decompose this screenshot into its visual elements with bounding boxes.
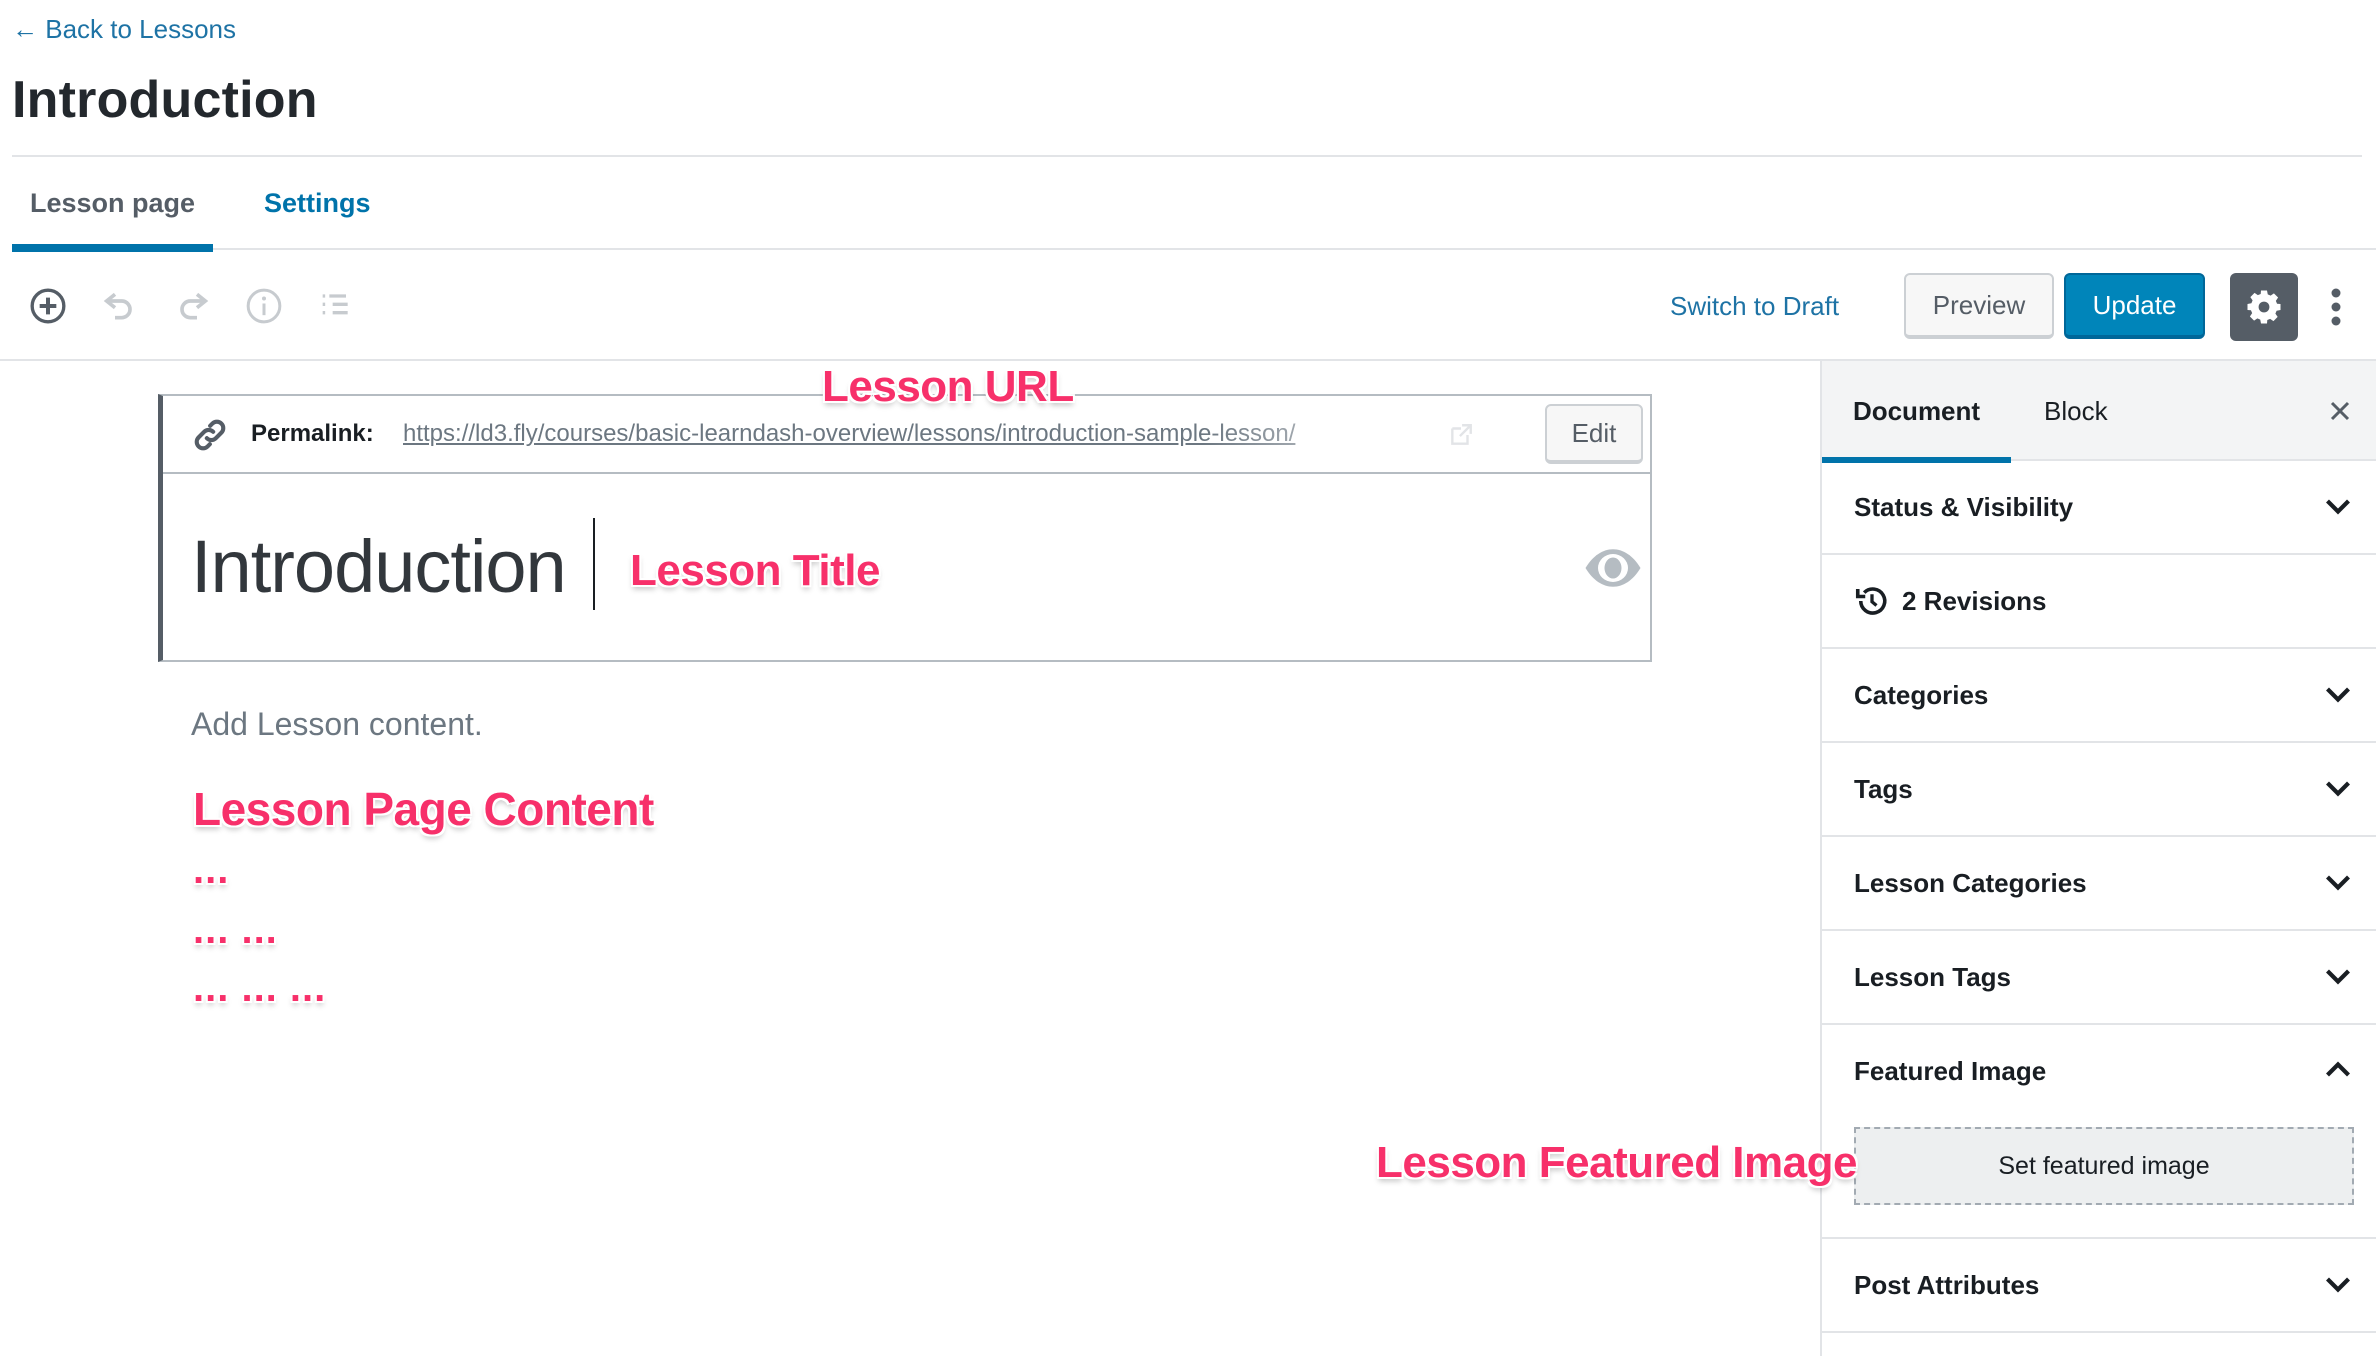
revisions-icon <box>1855 587 1887 615</box>
info-icon[interactable] <box>242 284 286 328</box>
annotation-dots-2: ... ... <box>193 908 278 952</box>
more-options-button[interactable] <box>2318 273 2354 341</box>
link-icon <box>194 419 226 451</box>
panel-title: Categories <box>1854 680 1989 710</box>
panel-title: Status & Visibility <box>1854 492 2074 522</box>
annotation-lesson-title: Lesson Title <box>630 546 880 595</box>
chevron-down-icon <box>2326 969 2350 985</box>
sidebar-tab-document[interactable]: Document <box>1822 361 2011 463</box>
chevron-down-icon <box>2326 875 2350 891</box>
panel-featured-image: Featured Image Set featured image <box>1822 1025 2376 1239</box>
panel-status-visibility[interactable]: Status & Visibility <box>1822 461 2376 555</box>
switch-to-draft-button[interactable]: Switch to Draft <box>1670 284 1839 328</box>
panel-categories[interactable]: Categories <box>1822 649 2376 743</box>
permalink-label: Permalink: <box>251 420 374 447</box>
panel-lesson-categories[interactable]: Lesson Categories <box>1822 837 2376 931</box>
annotation-dots-1: ... <box>193 848 230 892</box>
panel-tags[interactable]: Tags <box>1822 743 2376 837</box>
sidebar-header: Document Block <box>1822 361 2376 463</box>
tab-lesson-page[interactable]: Lesson page <box>12 157 213 252</box>
panel-title[interactable]: Featured Image <box>1854 1025 2046 1117</box>
update-button[interactable]: Update <box>2064 273 2205 339</box>
panel-title: Post Attributes <box>1854 1270 2040 1300</box>
chevron-down-icon <box>2326 499 2350 515</box>
add-block-icon[interactable] <box>26 284 70 328</box>
settings-sidebar: Document Block Status & Visibility 2 Rev… <box>1820 361 2376 1356</box>
annotation-lesson-featured-image: Lesson Featured Image <box>1376 1138 1857 1187</box>
annotation-dots-3: ... ... ... <box>193 966 327 1010</box>
panel-lesson-tags[interactable]: Lesson Tags <box>1822 931 2376 1025</box>
settings-toggle-button[interactable] <box>2230 273 2298 341</box>
external-link-icon <box>1451 424 1472 445</box>
sidebar-tab-block[interactable]: Block <box>2044 361 2108 461</box>
content-placeholder[interactable]: Add Lesson content. <box>191 706 483 743</box>
post-title-input[interactable]: Introduction <box>191 474 567 660</box>
annotation-lesson-page-content: Lesson Page Content <box>193 783 654 835</box>
text-caret <box>593 518 595 610</box>
panel-title: Lesson Tags <box>1854 962 2012 992</box>
close-sidebar-button[interactable] <box>2320 391 2360 431</box>
undo-icon[interactable] <box>98 284 142 328</box>
page-tabs: Lesson page Settings <box>12 157 2376 252</box>
edit-permalink-button[interactable]: Edit <box>1545 404 1643 464</box>
set-featured-image-button[interactable]: Set featured image <box>1854 1127 2354 1205</box>
more-vertical-icon <box>2331 288 2341 326</box>
editor-toolbar: Switch to Draft Preview Update <box>0 250 2376 361</box>
back-to-lessons-link[interactable]: ← Back to Lessons <box>12 14 236 45</box>
tab-settings[interactable]: Settings <box>264 157 371 250</box>
outline-icon[interactable] <box>314 284 358 328</box>
panel-title: Lesson Categories <box>1854 868 2087 898</box>
annotation-lesson-url: Lesson URL <box>822 362 1074 411</box>
redo-icon[interactable] <box>170 284 214 328</box>
eye-icon[interactable] <box>1583 538 1643 598</box>
panel-revisions[interactable]: 2 Revisions <box>1822 555 2376 649</box>
chevron-down-icon <box>2326 781 2350 797</box>
chevron-down-icon <box>2326 1277 2350 1293</box>
chevron-up-icon[interactable] <box>2320 1051 2356 1087</box>
close-icon <box>2330 401 2350 421</box>
chevron-down-icon <box>2326 687 2350 703</box>
preview-button[interactable]: Preview <box>1904 273 2054 339</box>
post-title-block: Permalink: https://ld3.fly/courses/basic… <box>158 394 1652 662</box>
panel-post-attributes[interactable]: Post Attributes <box>1822 1239 2376 1333</box>
gear-icon <box>2247 290 2281 324</box>
panel-title: Tags <box>1854 774 1913 804</box>
panel-title: 2 Revisions <box>1902 586 2047 616</box>
page-title: Introduction <box>12 71 318 129</box>
editor-canvas: Permalink: https://ld3.fly/courses/basic… <box>0 361 1820 1356</box>
